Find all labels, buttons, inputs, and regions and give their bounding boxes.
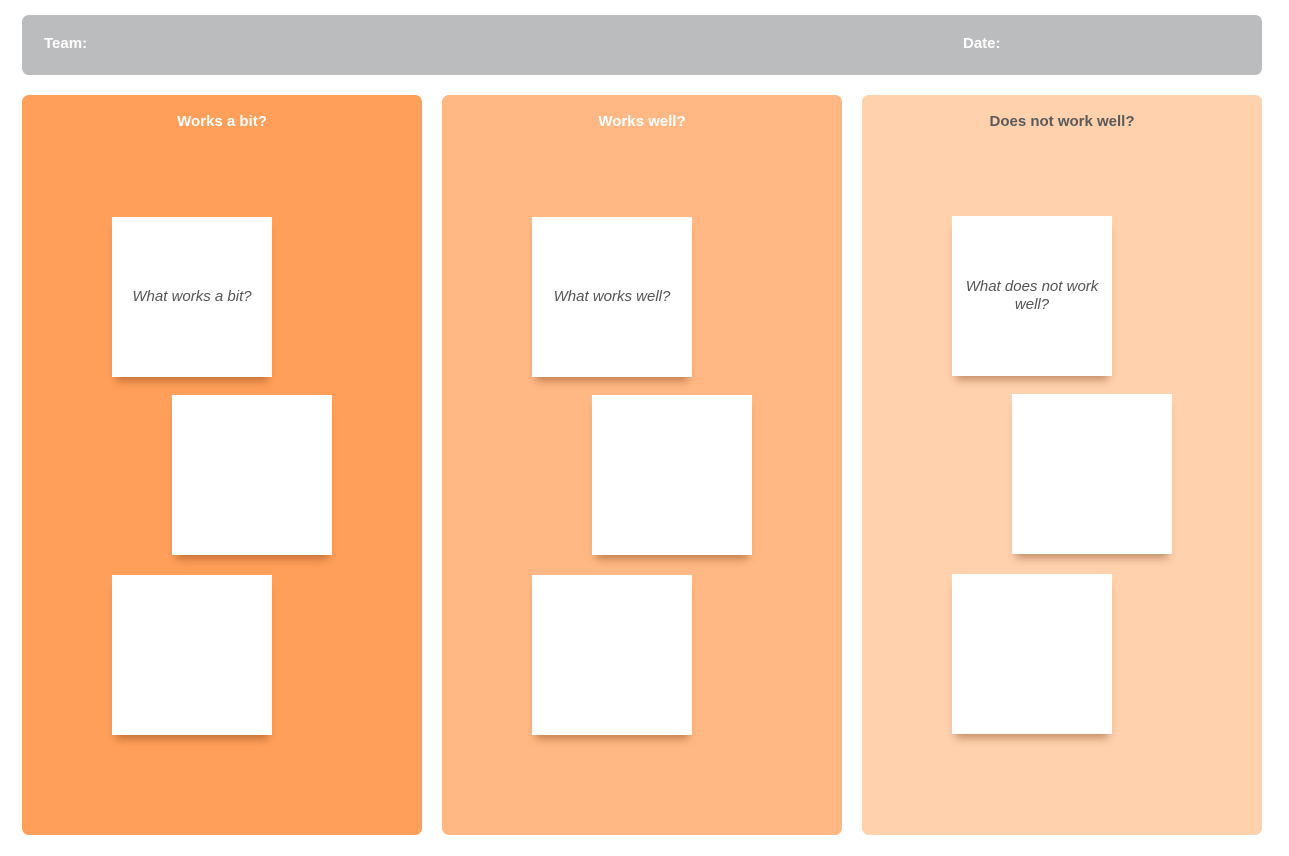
sticky-note-text: What works a bit?	[132, 288, 252, 305]
sticky-note[interactable]	[532, 575, 692, 735]
column-does-not-work-well: Does not work well? What does not work w…	[862, 95, 1262, 835]
sticky-note[interactable]: What works well?	[532, 217, 692, 377]
sticky-note[interactable]	[592, 395, 752, 555]
column-title: Works a bit?	[177, 113, 267, 130]
column-works-a-bit: Works a bit? What works a bit?	[22, 95, 422, 835]
sticky-note-text: What does not work well?	[965, 278, 1099, 313]
sticky-note-text: What works well?	[553, 288, 671, 305]
column-title: Works well?	[598, 113, 686, 130]
sticky-note[interactable]	[172, 395, 332, 555]
sticky-note[interactable]: What works a bit?	[112, 217, 272, 377]
column-works-well: Works well? What works well?	[442, 95, 842, 835]
date-label: Date:	[963, 35, 1001, 52]
sticky-note[interactable]	[112, 575, 272, 735]
header-bar: Team: Date:	[22, 15, 1262, 75]
team-label: Team:	[44, 35, 88, 52]
sticky-note[interactable]: What does not work well?	[952, 216, 1112, 376]
sticky-note[interactable]	[952, 574, 1112, 734]
column-title: Does not work well?	[989, 113, 1135, 130]
sticky-note[interactable]	[1012, 394, 1172, 554]
